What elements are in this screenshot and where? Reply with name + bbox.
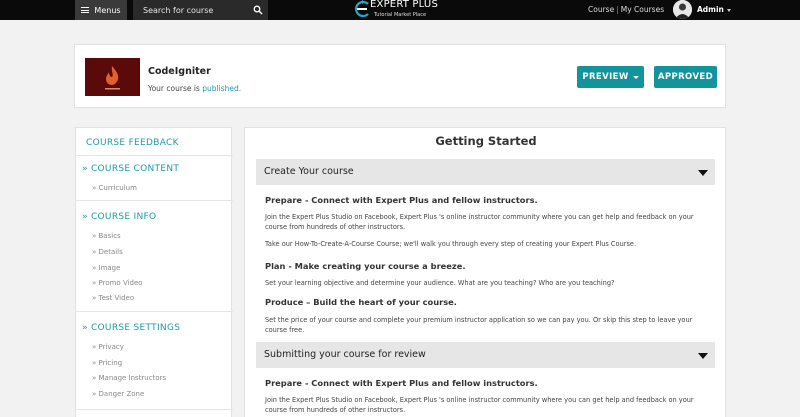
- section-heading: Prepare - Connect with Expert Plus and f…: [265, 195, 538, 205]
- sidebar-item-privacy[interactable]: » Privacy: [92, 343, 124, 351]
- sidebar-heading-course-info[interactable]: » COURSE INFO: [82, 212, 156, 222]
- chevron-down-icon: [726, 8, 731, 12]
- course-link[interactable]: Course: [588, 5, 614, 14]
- sidebar-item-manage-instructors[interactable]: » Manage Instructors: [92, 374, 166, 382]
- section-heading: Plan - Make creating your course a breez…: [265, 261, 466, 271]
- hamburger-icon: [81, 7, 90, 13]
- menus-label: Menus: [94, 5, 121, 15]
- course-feedback-link[interactable]: COURSE FEEDBACK: [86, 138, 179, 148]
- divider: [76, 200, 233, 201]
- search-input[interactable]: [133, 0, 251, 20]
- section-text: Set your learning objective and determin…: [265, 279, 615, 287]
- accordion-create-course[interactable]: Create Your course: [256, 159, 715, 185]
- section-text: Join the Expert Plus Studio on Facebook,…: [265, 213, 694, 231]
- course-status-value: published.: [202, 84, 242, 93]
- user-avatar-icon: [673, 0, 692, 19]
- user-name: Admin: [697, 5, 724, 14]
- divider: [76, 409, 233, 410]
- section-text: Join the Expert Plus Studio on Facebook,…: [265, 396, 694, 414]
- sidebar-item-basics[interactable]: » Basics: [92, 232, 121, 240]
- sidebar-item-curriculum[interactable]: » Curriculum: [92, 184, 137, 192]
- top-links: Course | My Courses: [588, 5, 665, 14]
- approved-button[interactable]: APPROVED: [654, 66, 717, 88]
- course-status: Your course is published.: [148, 84, 241, 93]
- caret-down-icon: [632, 75, 639, 79]
- getting-started-panel: Getting Started Create Your course Prepa…: [244, 127, 726, 417]
- avatar[interactable]: [673, 0, 692, 19]
- section-text: Set the price of your course and complet…: [265, 316, 693, 334]
- top-navbar: Menus EXPERT PLUS Tutorial Market Place …: [0, 0, 800, 20]
- course-status-prefix: Your course is: [148, 84, 203, 93]
- logo-title: EXPERT PLUS: [370, 0, 438, 10]
- sidebar-item-danger-zone[interactable]: » Danger Zone: [92, 390, 144, 398]
- logo-e-icon: [355, 0, 369, 18]
- sidebar-item-test-video[interactable]: » Test Video: [92, 294, 134, 302]
- course-thumbnail: [85, 58, 140, 96]
- caret-down-icon: [698, 170, 708, 176]
- sidebar-heading-course-settings[interactable]: » COURSE SETTINGS: [82, 323, 180, 333]
- sidebar-item-details[interactable]: » Details: [92, 248, 123, 256]
- course-sidebar: COURSE FEEDBACK » COURSE CONTENT » Curri…: [75, 127, 233, 417]
- page-title: Getting Started: [435, 134, 537, 148]
- section-text: Take our How-To-Create-A-Course Course; …: [265, 240, 637, 248]
- caret-down-icon: [698, 353, 708, 359]
- sidebar-item-image[interactable]: » Image: [92, 264, 120, 272]
- sidebar-item-pricing[interactable]: » Pricing: [92, 359, 122, 367]
- sidebar-item-promo-video[interactable]: » Promo Video: [92, 279, 143, 287]
- divider: [76, 311, 233, 312]
- menus-button[interactable]: Menus: [75, 0, 127, 20]
- accordion-title: Submitting your course for review: [264, 349, 426, 360]
- preview-button[interactable]: PREVIEW: [577, 66, 644, 88]
- user-menu[interactable]: Admin: [697, 5, 731, 14]
- section-heading: Prepare - Connect with Expert Plus and f…: [265, 378, 538, 388]
- codeigniter-flame-icon: [105, 66, 120, 90]
- accordion-title: Create Your course: [264, 166, 354, 177]
- preview-label: PREVIEW: [582, 72, 629, 82]
- accordion-submit-review[interactable]: Submitting your course for review: [256, 342, 715, 368]
- section-heading: Produce – Build the heart of your course…: [265, 297, 457, 307]
- search-box: [133, 0, 268, 20]
- site-logo[interactable]: EXPERT PLUS Tutorial Market Place: [354, 0, 450, 20]
- course-title: CodeIgniter: [148, 66, 211, 77]
- course-header-card: CodeIgniter Your course is published. PR…: [74, 44, 726, 108]
- search-icon[interactable]: [253, 5, 263, 15]
- divider: [76, 155, 233, 156]
- approved-label: APPROVED: [657, 72, 714, 82]
- logo-subtitle: Tutorial Market Place: [374, 12, 427, 18]
- sidebar-heading-course-content[interactable]: » COURSE CONTENT: [82, 164, 179, 174]
- my-courses-link[interactable]: My Courses: [621, 5, 664, 14]
